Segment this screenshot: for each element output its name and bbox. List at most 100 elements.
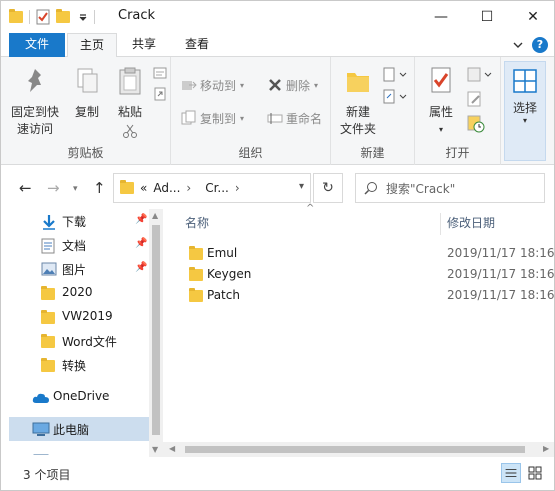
file-name: Keygen	[207, 267, 252, 281]
up-button[interactable]: ↑	[93, 179, 106, 197]
content-horizontal-scrollbar[interactable]: ◀ ▶	[163, 442, 554, 457]
scroll-thumb[interactable]	[152, 225, 160, 435]
pin-icon[interactable]: 📌	[135, 238, 147, 249]
folder-icon	[189, 288, 203, 302]
scroll-right-arrow[interactable]: ▶	[543, 444, 549, 453]
clipboard-group-label: 剪贴板	[67, 146, 104, 160]
delete-icon	[269, 79, 281, 91]
nav-item-downloads[interactable]: 下载 📌	[9, 209, 149, 233]
nav-item-word-files[interactable]: Word文件	[9, 329, 149, 353]
scroll-down-arrow[interactable]: ▼	[152, 445, 158, 454]
nav-item-vw2019[interactable]: VW2019	[9, 305, 149, 329]
file-row[interactable]: Keygen 2019/11/17 18:16	[185, 264, 555, 285]
nav-item-label: 转换	[62, 359, 87, 373]
item-count: 3 个项目	[23, 468, 71, 482]
breadcrumb-overflow[interactable]: «	[140, 181, 147, 195]
address-dropdown-icon[interactable]: ▾	[299, 181, 304, 192]
rename-button[interactable]: 重命名	[267, 108, 322, 128]
open-icon[interactable]	[467, 67, 493, 83]
recent-locations-icon[interactable]: ▾	[73, 184, 78, 194]
nav-item-convert[interactable]: 转换	[9, 353, 149, 377]
column-header-date[interactable]: 修改日期	[447, 209, 495, 237]
nav-item-onedrive[interactable]: OneDrive	[9, 385, 149, 409]
clipboard-group: 固定到快 速访问 复制 粘贴 剪贴板	[1, 57, 171, 165]
scroll-thumb[interactable]	[185, 446, 525, 453]
history-icon[interactable]	[467, 115, 485, 133]
new-folder-icon	[347, 73, 369, 92]
folder-icon	[189, 246, 203, 260]
delete-button[interactable]: 删除 ▾	[267, 75, 318, 95]
edit-icon[interactable]	[467, 91, 483, 107]
file-date: 2019/11/17 18:16	[447, 246, 555, 260]
properties-button[interactable]: 属性 ▾	[421, 65, 461, 138]
move-to-button[interactable]: 移动到 ▾	[181, 75, 244, 95]
forward-button[interactable]: →	[47, 179, 60, 197]
large-icons-view-icon[interactable]	[525, 463, 545, 483]
file-date: 2019/11/17 18:16	[447, 267, 555, 281]
search-box[interactable]: 搜索"Crack"	[355, 173, 545, 203]
new-item-icon[interactable]	[383, 67, 407, 83]
scroll-up-arrow[interactable]: ▲	[152, 211, 158, 220]
window-title: Crack	[118, 8, 156, 23]
title-bar: Crack — ☐ ✕	[1, 1, 554, 33]
maximize-button[interactable]: ☐	[464, 1, 510, 33]
nav-item-label: 网络	[53, 453, 77, 455]
tab-share[interactable]: 共享	[119, 33, 169, 57]
select-button[interactable]: 选择 ▾	[504, 61, 546, 161]
status-bar: 3 个项目	[1, 457, 554, 490]
pin-icon[interactable]: 📌	[135, 262, 147, 273]
cut-icon[interactable]	[122, 123, 138, 139]
new-folder-icon[interactable]	[56, 9, 70, 23]
download-icon	[43, 215, 55, 230]
properties-icon	[431, 67, 451, 93]
ribbon-tabs: 文件 主页 共享 查看 ?	[1, 33, 554, 58]
nav-item-2020[interactable]: 2020	[9, 281, 149, 305]
minimize-button[interactable]: —	[418, 1, 464, 33]
easy-access-icon[interactable]	[383, 89, 407, 105]
pin-icon[interactable]: 📌	[135, 214, 147, 225]
folder-icon	[9, 9, 23, 23]
properties-check-icon[interactable]	[36, 9, 50, 25]
file-name: Patch	[207, 288, 240, 302]
copy-to-button[interactable]: 复制到 ▾	[181, 108, 244, 128]
organize-group-label: 组织	[238, 146, 263, 160]
nav-item-this-pc[interactable]: 此电脑	[9, 417, 149, 441]
computer-icon	[32, 422, 50, 436]
nav-item-pictures[interactable]: 图片 📌	[9, 257, 149, 281]
file-row[interactable]: Emul 2019/11/17 18:16	[185, 243, 555, 264]
folder-icon	[41, 358, 55, 372]
nav-item-network[interactable]: 网络	[9, 449, 149, 455]
help-icon[interactable]: ?	[532, 37, 548, 53]
address-bar[interactable]: « Ad... › Cr... › ▾	[113, 173, 311, 203]
chevron-down-icon[interactable]	[512, 39, 524, 51]
scroll-left-arrow[interactable]: ◀	[169, 444, 175, 453]
tab-home[interactable]: 主页	[67, 33, 117, 58]
nav-item-documents[interactable]: 文档 📌	[9, 233, 149, 257]
customize-dropdown-icon[interactable]	[78, 12, 88, 22]
pin-quick-access-button[interactable]: 固定到快 速访问	[9, 65, 61, 138]
rename-icon	[267, 113, 283, 124]
back-button[interactable]: ←	[19, 179, 32, 197]
tab-file[interactable]: 文件	[9, 33, 65, 57]
explorer-window: Crack — ☐ ✕ 文件 主页 共享 查看 ? 固定到快 速访问 复制 粘贴…	[0, 0, 555, 491]
copy-button[interactable]: 复制	[67, 65, 107, 121]
tab-view[interactable]: 查看	[171, 33, 223, 57]
nav-pane-scrollbar[interactable]: ▲ ▼	[149, 209, 163, 457]
new-folder-button[interactable]: 新建 文件夹	[337, 65, 379, 138]
file-date: 2019/11/17 18:16	[447, 288, 555, 302]
paste-shortcut-icon[interactable]	[153, 87, 167, 101]
ribbon: 固定到快 速访问 复制 粘贴 剪贴板 移动到 ▾ 删除 ▾ 复制到 ▾ 重命名 …	[1, 57, 554, 165]
file-row[interactable]: Patch 2019/11/17 18:16	[185, 285, 555, 306]
details-view-icon[interactable]	[501, 463, 521, 483]
move-to-label: 移动到	[200, 78, 237, 93]
copy-path-icon[interactable]	[153, 67, 167, 79]
breadcrumb-cr[interactable]: Cr...	[205, 181, 229, 195]
refresh-button[interactable]: ↻	[313, 173, 343, 203]
paste-button[interactable]: 粘贴	[109, 65, 151, 144]
close-button[interactable]: ✕	[510, 1, 554, 33]
breadcrumb-ad[interactable]: Ad...	[153, 181, 180, 195]
folder-icon	[41, 310, 55, 324]
column-header-name[interactable]: 名称	[185, 209, 209, 237]
quick-access-toolbar	[9, 8, 101, 26]
document-icon	[41, 238, 55, 254]
